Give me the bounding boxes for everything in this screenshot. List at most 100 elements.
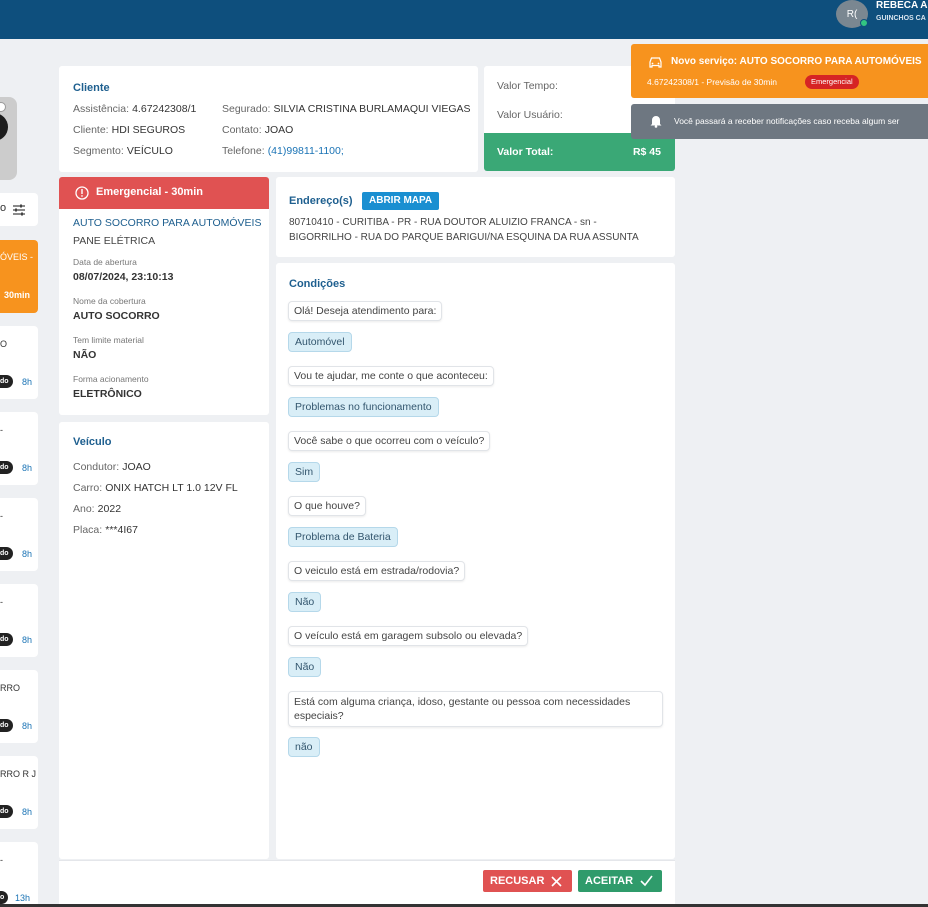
servico-card: Emergencial - 30min AUTO SOCORRO PARA AU… [59,177,269,415]
chat-question: Olá! Deseja atendimento para: [288,301,443,321]
carro-label: Carro: [73,482,103,494]
new-service-title: Novo serviço: AUTO SOCORRO PARA AUTOMÓVE… [671,56,922,67]
veiculo-card: Veículo Condutor: JOAO Carro: ONIX HATCH… [59,422,269,859]
assistencia-label: Assistência: [73,103,130,115]
contato-label: Contato: [222,124,262,136]
valor-usuario-label: Valor Usuário: [497,109,563,121]
notification-toast[interactable]: Você passará a receber notificações caso… [631,104,928,139]
endereco-title: Endereço(s) [289,195,353,207]
service-list-item[interactable]: - o 13h [0,842,38,907]
new-service-subtitle: 4.67242308/1 - Previsão de 30min [647,77,777,87]
acionamento-label: Forma acionamento [73,374,149,384]
endereco-card: Endereço(s) ABRIR MAPA 80710410 - CURITI… [276,177,675,257]
chat-question: O veiculo está em estrada/rodovia? [288,561,466,581]
close-icon [551,876,562,887]
carro-row: Carro: ONIX HATCH LT 1.0 12V FL [73,482,238,494]
service-list-item[interactable]: - do 8h [0,412,38,485]
bell-icon [650,116,662,128]
reject-label: RECUSAR [490,875,545,887]
placa-row: Placa: ***4I67 [73,524,138,536]
cliente-value: HDI SEGUROS [111,124,186,136]
service-list-item[interactable]: RRO R J do 8h [0,756,38,829]
filter-label: o [0,202,7,214]
accept-button[interactable]: ACEITAR [578,870,662,892]
service-list-item[interactable]: - do 8h [0,498,38,571]
cliente-label: Cliente: [73,124,109,136]
list-item-badge: do [0,547,13,560]
emergency-label: Emergencial - 30min [96,186,203,198]
contato-row: Contato: JOAO [222,124,293,136]
service-list-item[interactable]: O do 8h [0,326,38,399]
chat-answer: Problema de Bateria [288,527,398,547]
limite-label: Tem limite material [73,335,144,345]
reject-button[interactable]: RECUSAR [483,870,572,892]
list-item-title: RRO [0,683,20,693]
chat-question: O que houve? [288,496,366,516]
service-list-item-active[interactable]: ÓVEIS - 30min [0,240,38,313]
abertura-value: 08/07/2024, 23:10:13 [73,271,174,283]
cobertura-label: Nome da cobertura [73,296,146,306]
condutor-value: JOAO [122,461,151,473]
list-item-title: - [0,425,3,435]
chat-question: Você sabe o que ocorreu com o veículo? [288,431,491,451]
info-icon [75,186,89,200]
valor-total-value: R$ 45 [632,146,661,158]
cliente-row: Cliente: HDI SEGUROS [73,124,185,136]
user-company: GUINCHOS CA [876,15,926,22]
chat-answer: Sim [288,462,321,482]
veiculo-title: Veículo [73,436,112,448]
list-item-time: 30min [4,290,31,300]
segmento-value: VEÍCULO [126,145,173,157]
list-item-title: O [0,339,8,349]
list-item-title: RRO R J [0,769,36,779]
chat-question: Está com alguma criança, idoso, gestante… [288,691,663,727]
cobertura-value: AUTO SOCORRO [73,310,160,322]
left-logo-card [0,97,17,180]
cliente-card: Cliente Assistência: 4.67242308/1 Client… [59,66,478,172]
filter-bar[interactable]: o [0,193,38,226]
logo-badge-icon [0,102,6,112]
check-icon [640,875,653,887]
filter-icon[interactable] [12,203,26,217]
list-item-title: - [0,855,3,865]
condutor-row: Condutor: JOAO [73,461,151,473]
chat-answer: Automóvel [288,332,352,352]
new-service-toast[interactable]: Novo serviço: AUTO SOCORRO PARA AUTOMÓVE… [631,44,928,98]
acionamento-value: ELETRÔNICO [73,388,142,400]
list-item-badge: o [0,891,9,904]
open-map-button[interactable]: ABRIR MAPA [362,192,440,210]
telefone-link[interactable]: (41)99811-1100; [268,145,344,157]
list-item-badge: do [0,719,13,732]
accept-label: ACEITAR [585,875,634,887]
emergency-header: Emergencial - 30min [59,177,269,209]
logo-icon [0,113,8,141]
ano-value: 2022 [97,503,122,515]
service-problem: PANE ELÉTRICA [73,235,156,247]
placa-value: ***4I67 [105,524,138,536]
segurado-row: Segurado: SILVIA CRISTINA BURLAMAQUI VIE… [222,103,471,115]
list-item-time: 8h [22,807,33,817]
service-list-item[interactable]: - do 8h [0,584,38,657]
user-name[interactable]: REBECA AN [876,0,928,11]
segurado-label: Segurado: [222,103,271,115]
emergency-badge: Emergencial [805,75,859,89]
contato-value: JOAO [264,124,294,136]
chat-question: Vou te ajudar, me conte o que aconteceu: [288,366,494,386]
list-item-time: 8h [22,377,33,387]
telefone-label: Telefone: [222,145,265,157]
list-item-time: 13h [15,893,31,903]
ano-row: Ano: 2022 [73,503,121,515]
placa-label: Placa: [73,524,103,536]
car-icon [649,57,662,68]
online-status-icon [860,19,868,27]
assistencia-row: Assistência: 4.67242308/1 [73,103,196,115]
service-list-item[interactable]: RRO do 8h [0,670,38,743]
valor-tempo-label: Valor Tempo: [497,80,558,92]
list-item-title: - [0,597,3,607]
list-item-badge: do [0,633,13,646]
chat-question: O veículo está em garagem subsolo ou ele… [288,626,529,646]
service-name: AUTO SOCORRO PARA AUTOMÓVEIS [73,217,262,229]
list-item-badge: do [0,805,13,818]
top-bar [0,0,928,39]
limite-value: NÃO [73,349,97,361]
